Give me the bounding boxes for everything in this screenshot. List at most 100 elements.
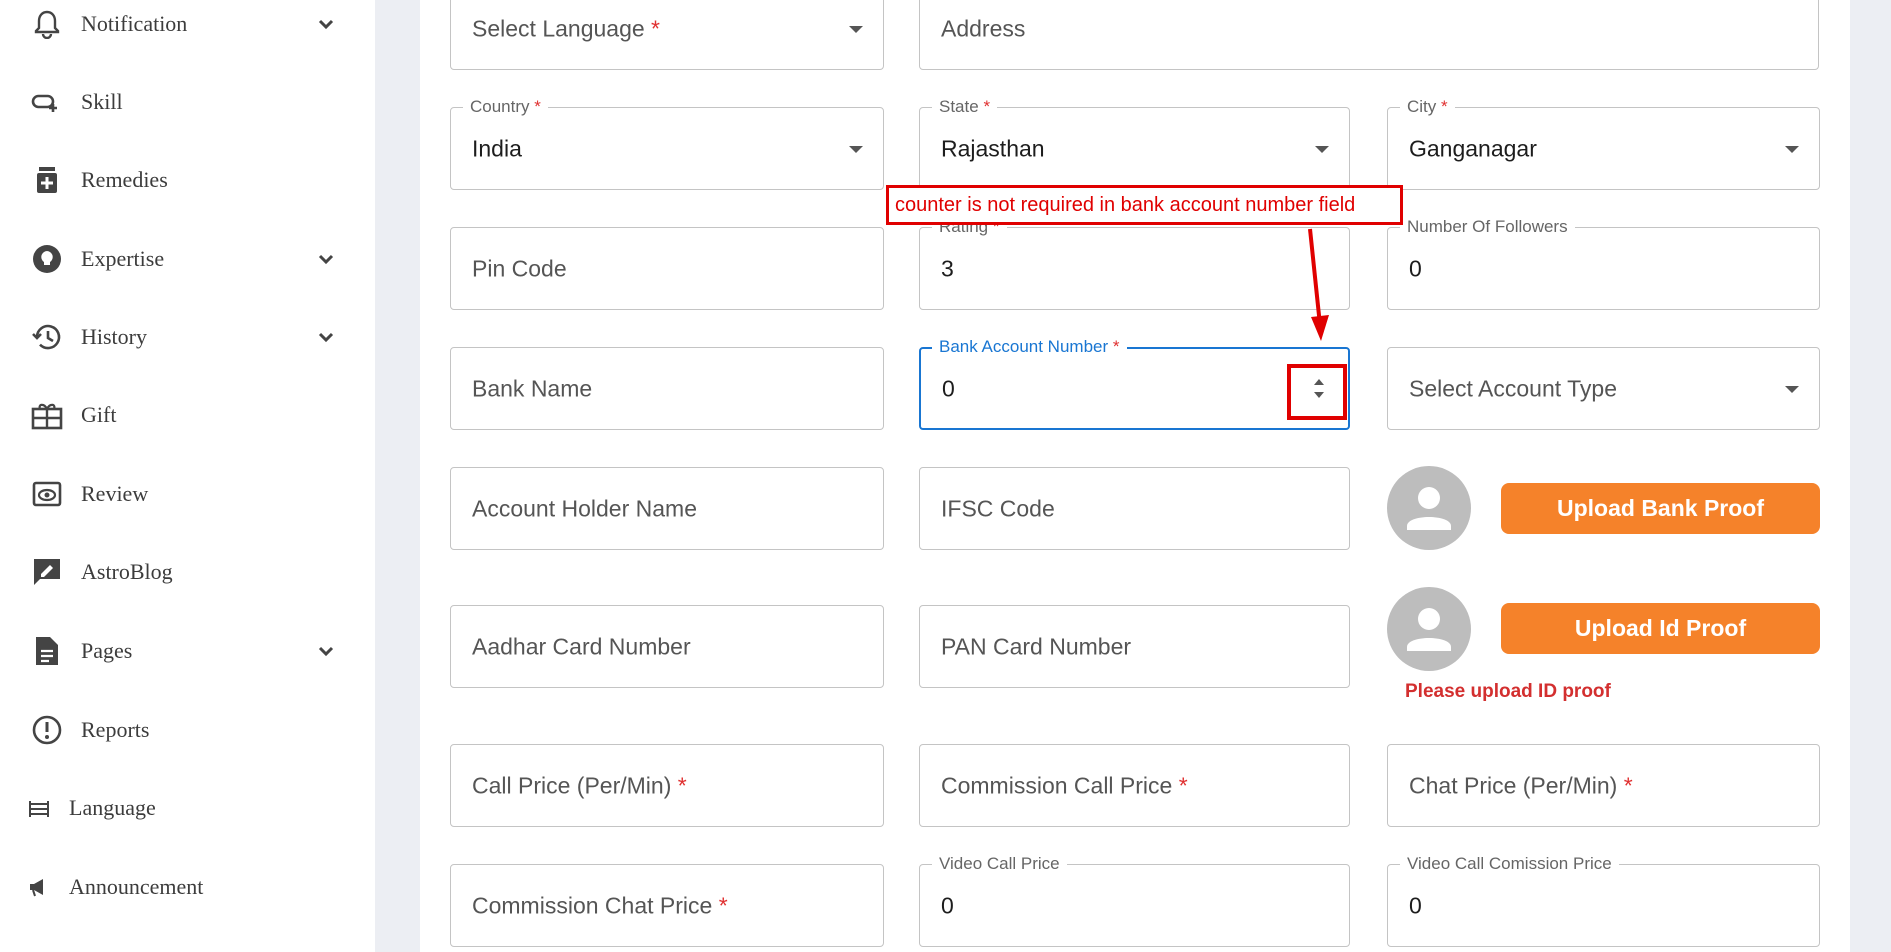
upload-bank-proof-button[interactable]: Upload Bank Proof — [1501, 483, 1820, 534]
sidebar: Notification Skill Remedies Expertise Hi… — [0, 0, 375, 952]
commission-call-price-input[interactable]: Commission Call Price * — [919, 744, 1350, 827]
followers-value: 0 — [1409, 255, 1422, 281]
pan-placeholder: PAN Card Number — [941, 633, 1132, 659]
state-value: Rajasthan — [941, 135, 1045, 161]
country-value: India — [472, 135, 522, 161]
right-gutter — [1850, 0, 1891, 952]
gift-icon — [30, 398, 64, 432]
bank-account-value: 0 — [942, 375, 955, 401]
country-label: Country * — [463, 97, 548, 117]
sidebar-item-skill[interactable]: Skill — [0, 72, 375, 132]
sidebar-item-label: Remedies — [81, 167, 168, 192]
chat-price-placeholder: Chat Price (Per/Min) * — [1409, 772, 1633, 798]
followers-input[interactable]: Number Of Followers 0 — [1387, 217, 1820, 310]
video-call-price-value: 0 — [941, 892, 954, 918]
sidebar-item-label: Announcement — [69, 874, 204, 899]
account-holder-input[interactable]: Account Holder Name — [450, 467, 884, 550]
followers-label: Number Of Followers — [1400, 217, 1575, 237]
dropdown-caret-icon — [1785, 145, 1799, 153]
sidebar-item-pages[interactable]: Pages — [0, 621, 375, 681]
city-select[interactable]: City * Ganganagar — [1387, 97, 1820, 190]
call-price-input[interactable]: Call Price (Per/Min) * — [450, 744, 884, 827]
city-label: City * — [1400, 97, 1455, 117]
id-proof-avatar — [1387, 587, 1471, 671]
chevron-down-icon[interactable] — [315, 248, 337, 270]
bank-account-label: Bank Account Number * — [932, 337, 1127, 357]
sidebar-item-label: Language — [69, 795, 156, 820]
chevron-down-icon[interactable] — [315, 326, 337, 348]
state-select[interactable]: State * Rajasthan — [919, 97, 1350, 190]
id-proof-error: Please upload ID proof — [1405, 681, 1611, 702]
person-icon — [1407, 608, 1451, 651]
video-call-price-label: Video Call Price — [932, 854, 1067, 874]
select-language-dropdown[interactable]: Select Language * — [450, 0, 884, 70]
person-icon — [1407, 487, 1451, 530]
video-call-price-input[interactable]: Video Call Price 0 — [919, 854, 1350, 947]
link-plus-icon — [30, 85, 64, 119]
pin-code-input[interactable]: Pin Code — [450, 227, 884, 310]
sidebar-item-notification[interactable]: Notification — [0, 0, 375, 54]
language-icon — [26, 791, 52, 825]
account-type-placeholder: Select Account Type — [1409, 375, 1617, 401]
sidebar-item-expertise[interactable]: Expertise — [0, 229, 375, 289]
country-select[interactable]: Country * India — [450, 97, 884, 190]
account-holder-placeholder: Account Holder Name — [472, 495, 697, 521]
sidebar-item-label: Review — [81, 481, 149, 506]
astrologer-form: Select Language * Address Country * Indi… — [420, 0, 1850, 952]
city-value: Ganganagar — [1409, 135, 1537, 161]
call-price-placeholder: Call Price (Per/Min) * — [472, 772, 687, 798]
commission-call-price-placeholder: Commission Call Price * — [941, 772, 1188, 798]
pan-input[interactable]: PAN Card Number — [919, 605, 1350, 688]
sidebar-item-review[interactable]: Review — [0, 464, 375, 524]
aadhar-placeholder: Aadhar Card Number — [472, 633, 691, 659]
medicine-icon — [30, 163, 64, 197]
aadhar-input[interactable]: Aadhar Card Number — [450, 605, 884, 688]
select-language-placeholder: Select Language * — [472, 15, 660, 41]
chat-price-input[interactable]: Chat Price (Per/Min) * — [1387, 744, 1820, 827]
sidebar-item-astroblog[interactable]: AstroBlog — [0, 542, 375, 602]
sidebar-item-language[interactable]: Language — [0, 778, 375, 838]
sidebar-item-history[interactable]: History — [0, 307, 375, 367]
account-type-select[interactable]: Select Account Type — [1387, 347, 1820, 430]
edit-blog-icon — [30, 555, 64, 589]
bank-account-number-input[interactable]: Bank Account Number * 0 — [919, 337, 1350, 430]
state-label: State * — [932, 97, 998, 117]
bank-name-input[interactable]: Bank Name — [450, 347, 884, 430]
chevron-down-icon[interactable] — [315, 640, 337, 662]
lightbulb-icon — [30, 242, 64, 276]
content-gutter — [375, 0, 420, 952]
bank-name-placeholder: Bank Name — [472, 375, 593, 401]
megaphone-icon — [26, 870, 52, 904]
pin-code-placeholder: Pin Code — [472, 255, 567, 281]
address-placeholder: Address — [941, 15, 1026, 41]
address-input[interactable]: Address — [919, 0, 1819, 70]
video-call-commission-input[interactable]: Video Call Comission Price 0 — [1387, 854, 1820, 947]
sidebar-item-label: Gift — [81, 402, 117, 427]
sidebar-item-gift[interactable]: Gift — [0, 385, 375, 445]
annotation-callout: counter is not required in bank account … — [886, 185, 1403, 225]
history-icon — [30, 320, 64, 354]
sidebar-item-label: Expertise — [81, 246, 165, 271]
dropdown-caret-icon — [1315, 145, 1329, 153]
sidebar-item-label: History — [81, 324, 147, 349]
dropdown-caret-icon — [1785, 385, 1799, 393]
sidebar-item-remedies[interactable]: Remedies — [0, 150, 375, 210]
dropdown-caret-icon — [849, 25, 863, 33]
video-call-commission-label: Video Call Comission Price — [1400, 854, 1619, 874]
report-alert-icon — [30, 713, 64, 747]
sidebar-item-label: Notification — [81, 11, 188, 36]
ifsc-input[interactable]: IFSC Code — [919, 467, 1350, 550]
commission-chat-price-input[interactable]: Commission Chat Price * — [450, 864, 884, 947]
sidebar-item-label: AstroBlog — [81, 559, 173, 584]
chevron-down-icon[interactable] — [315, 13, 337, 35]
rating-input[interactable]: Rating * 3 — [919, 217, 1350, 310]
video-call-commission-value: 0 — [1409, 892, 1422, 918]
commission-chat-price-placeholder: Commission Chat Price * — [472, 892, 728, 918]
sidebar-item-announcement[interactable]: Announcement — [0, 857, 375, 917]
annotation-arrow-icon — [1308, 228, 1329, 341]
upload-id-proof-button[interactable]: Upload Id Proof — [1501, 603, 1820, 654]
ifsc-placeholder: IFSC Code — [941, 495, 1055, 521]
sidebar-item-reports[interactable]: Reports — [0, 700, 375, 760]
dropdown-caret-icon — [849, 145, 863, 153]
bell-icon — [30, 7, 64, 41]
